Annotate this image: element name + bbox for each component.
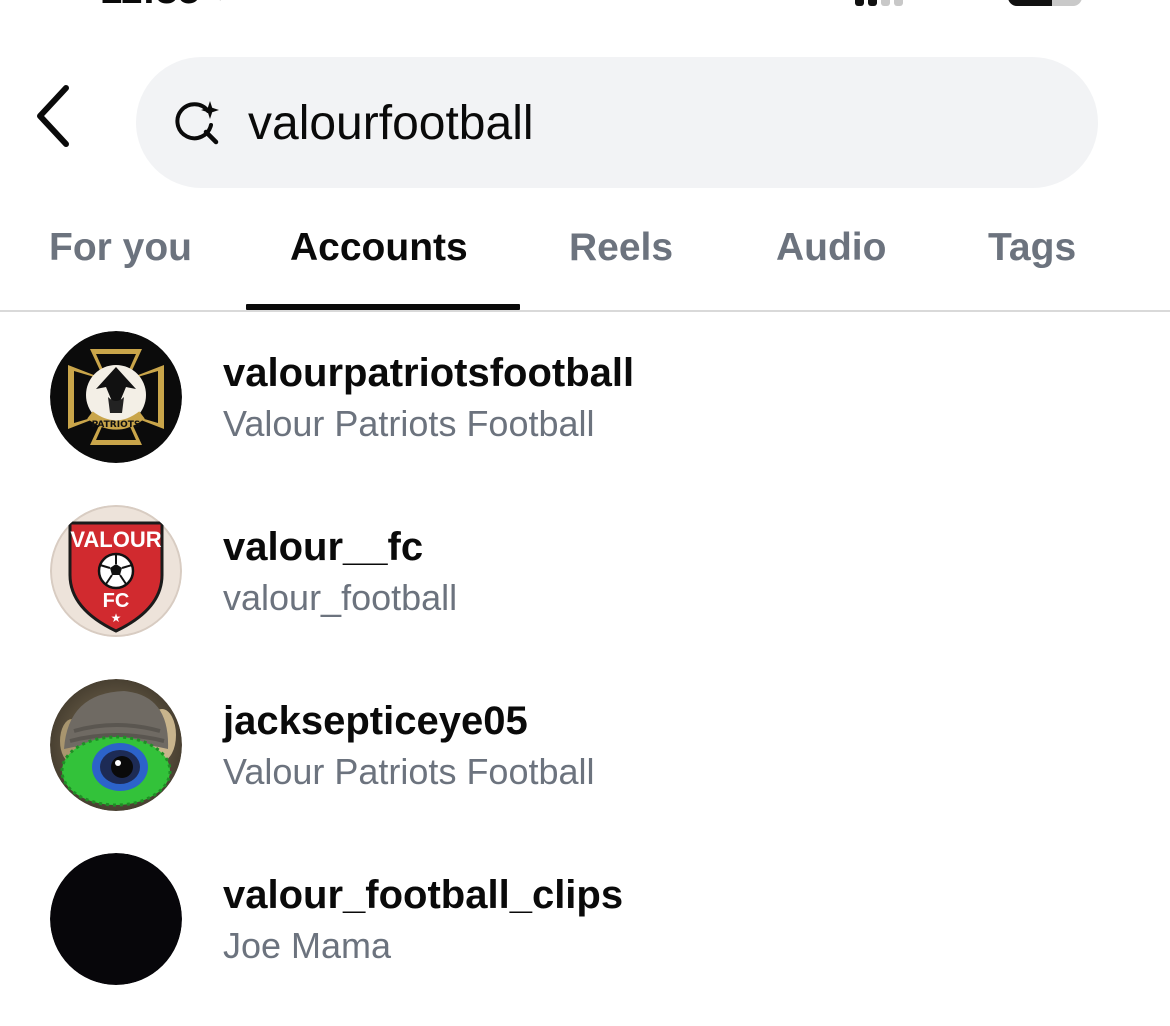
back-button[interactable]	[22, 82, 82, 150]
tab-reels[interactable]: Reels	[569, 223, 673, 273]
list-item[interactable]: valour_football_clips Joe Mama	[0, 834, 1170, 1008]
avatar[interactable]: VALOUR FC ★	[50, 505, 182, 637]
valour-fc-shield-avatar: VALOUR FC ★	[50, 505, 182, 637]
account-username: valour_football_clips	[223, 873, 624, 917]
signal-icon	[855, 0, 903, 6]
account-username: valourpatriotsfootball	[223, 351, 635, 395]
account-full-name: Valour Patriots Football	[223, 403, 595, 444]
search-bar[interactable]	[136, 57, 1098, 188]
avatar[interactable]: PATRIOTS	[50, 331, 182, 463]
account-full-name: Joe Mama	[223, 925, 392, 966]
chevron-left-icon	[37, 85, 69, 147]
avatar[interactable]	[50, 679, 182, 811]
black-avatar	[50, 853, 182, 985]
network-label: 5G+	[925, 0, 1002, 6]
list-item[interactable]: jacksepticeye05 Valour Patriots Football	[0, 660, 1170, 834]
ai-search-icon	[175, 101, 219, 145]
patriots-crest-avatar: PATRIOTS	[50, 331, 182, 463]
battery-icon	[1008, 0, 1082, 6]
patriots-text: PATRIOTS	[92, 420, 141, 430]
fc-text: FC	[103, 590, 130, 612]
svg-text:★: ★	[111, 611, 122, 625]
account-full-name: Valour Patriots Football	[223, 751, 595, 792]
valour-text: VALOUR	[70, 527, 161, 552]
search-tabs: For you Accounts Reels Audio Tags	[0, 205, 1170, 311]
tab-audio[interactable]: Audio	[776, 223, 886, 273]
status-time: 11:35 ↗	[100, 0, 245, 10]
search-input[interactable]	[248, 87, 1068, 159]
tab-tags[interactable]: Tags	[988, 223, 1076, 273]
account-username: valour__fc	[223, 525, 424, 569]
account-full-name: valour_football	[223, 577, 458, 618]
list-item[interactable]: VALOUR FC ★ valour__fc valour_football	[0, 486, 1170, 660]
account-username: jacksepticeye05	[223, 699, 528, 743]
list-item[interactable]: PATRIOTS valourpatriotsfootball Valour P…	[0, 312, 1170, 486]
tab-accounts[interactable]: Accounts	[290, 223, 468, 273]
septic-eye-plush-avatar	[50, 679, 182, 811]
status-bar: 11:35 ↗ 5G+	[0, 0, 1170, 12]
tab-for-you[interactable]: For you	[49, 223, 192, 273]
avatar[interactable]	[50, 853, 182, 985]
